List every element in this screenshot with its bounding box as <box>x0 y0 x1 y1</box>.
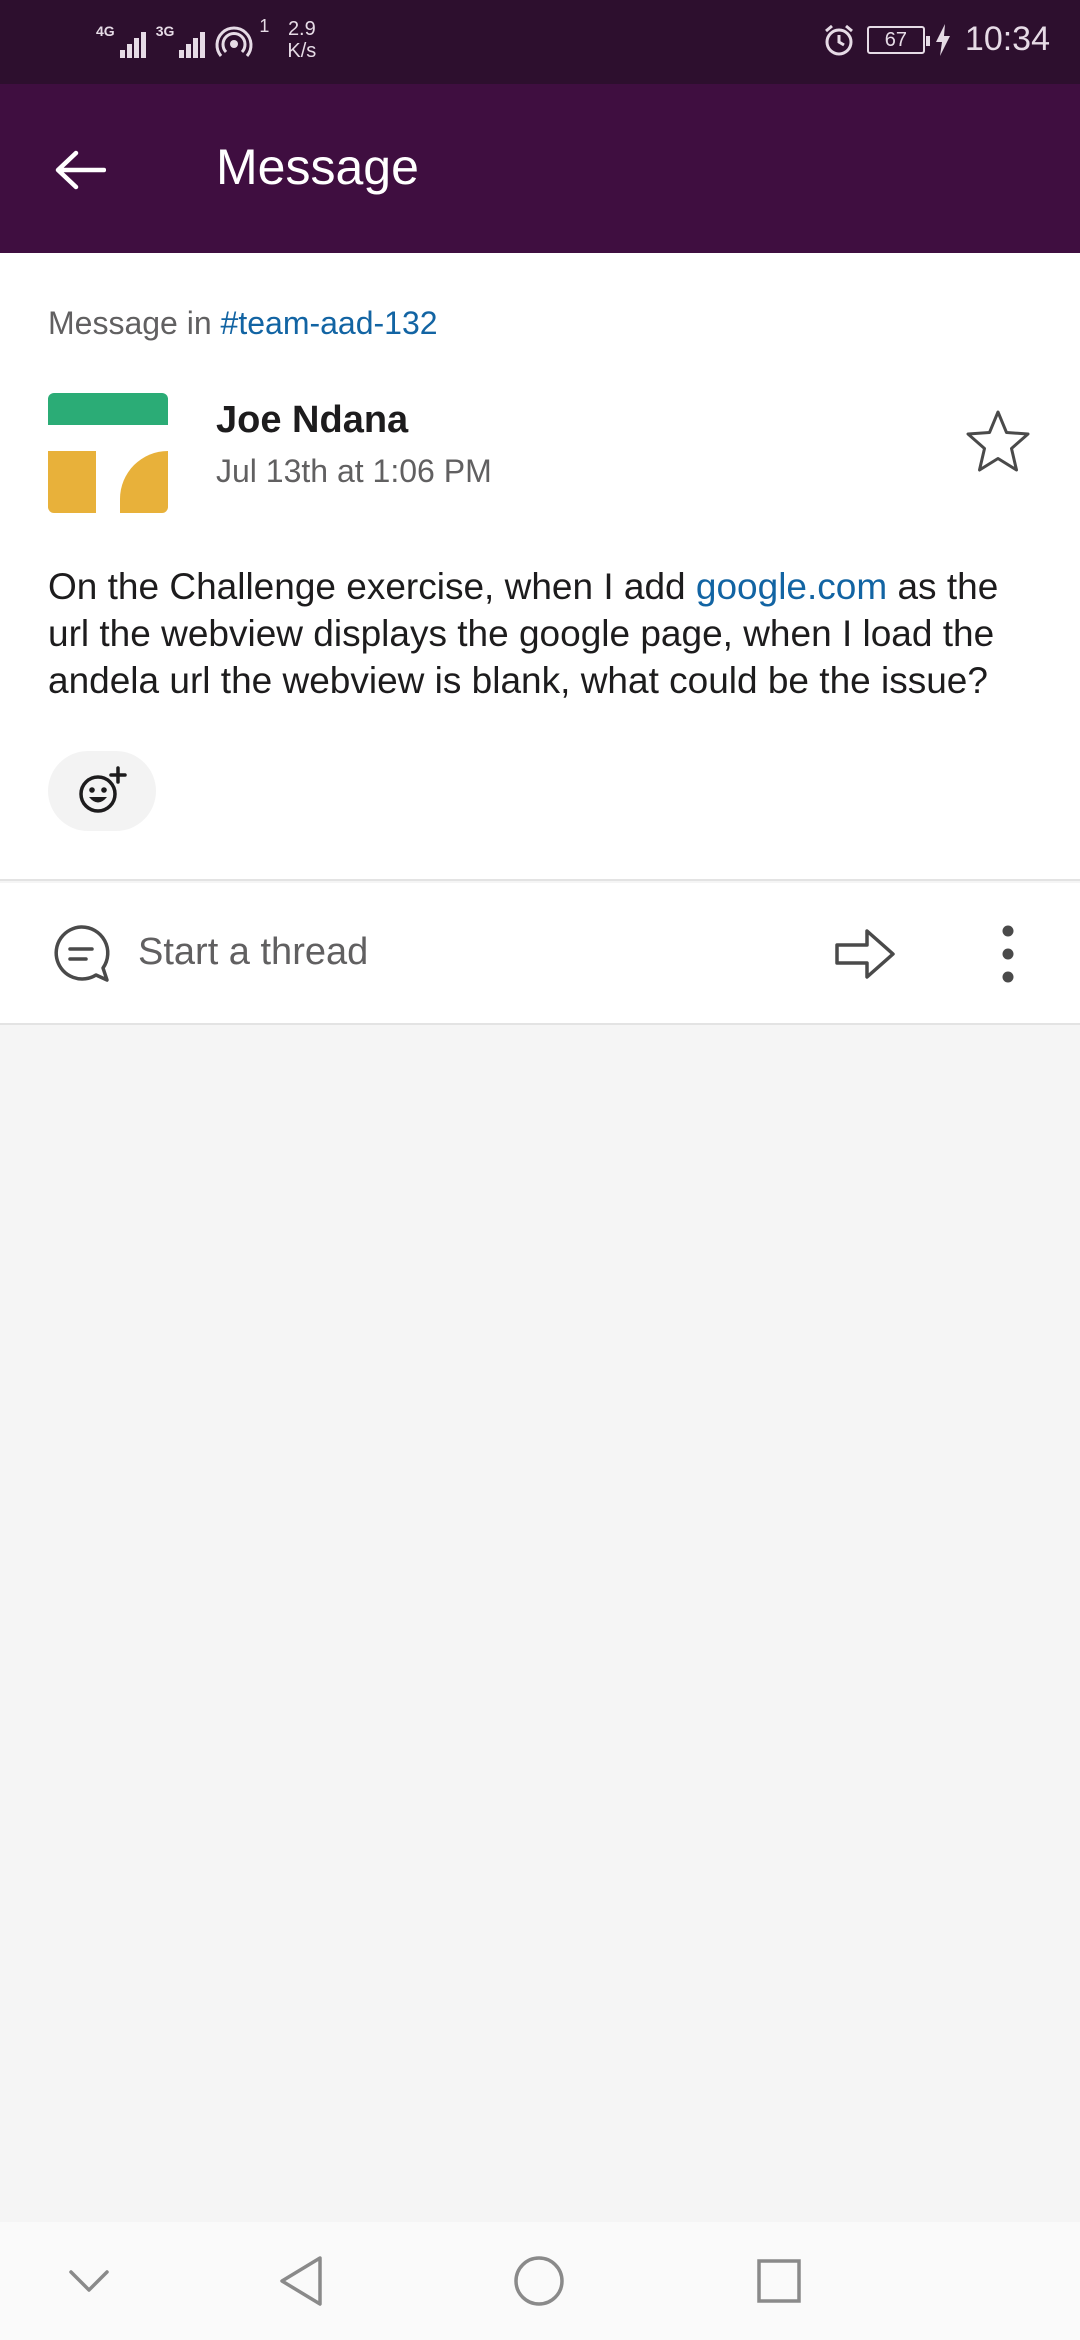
channel-context: Message in #team-aad-132 <box>48 305 438 342</box>
network-speed: 2.9 K/s <box>287 18 316 62</box>
battery-indicator: 67 <box>866 25 930 54</box>
add-reaction-button[interactable] <box>48 751 156 831</box>
speed-unit: K/s <box>287 40 317 62</box>
message-link[interactable]: google.com <box>696 566 887 607</box>
more-vertical-icon <box>1002 925 1014 983</box>
share-arrow-icon <box>835 929 895 979</box>
hide-keyboard-button[interactable] <box>56 2248 122 2314</box>
app-header: Message <box>0 84 1080 253</box>
signal-4g-icon: 4G <box>96 18 146 58</box>
message-timestamp: Jul 13th at 1:06 PM <box>216 453 492 489</box>
hotspot-count: 1 <box>259 16 270 36</box>
network-type-1: 4G <box>96 23 115 39</box>
add-reaction-icon <box>79 766 127 813</box>
speed-value: 2.9 <box>287 18 316 40</box>
status-bar: 4G 3G 1 2.9 K/s 67 10:34 <box>0 0 1080 84</box>
alarm-icon <box>824 24 853 55</box>
avatar[interactable] <box>48 393 168 513</box>
page-title: Message <box>216 139 419 195</box>
back-button[interactable] <box>44 134 116 206</box>
message-body: On the Challenge exercise, when I add go… <box>48 563 1048 704</box>
author-name[interactable]: Joe Ndana <box>216 399 408 442</box>
speech-bubble-icon[interactable] <box>50 923 112 985</box>
thread-bar: Start a thread <box>0 883 1080 1025</box>
nav-home-button[interactable] <box>506 2248 572 2314</box>
channel-link[interactable]: #team-aad-132 <box>221 305 438 341</box>
nav-recents-button[interactable] <box>746 2248 812 2314</box>
nav-back-button[interactable] <box>268 2248 334 2314</box>
home-circle-icon <box>514 2256 564 2306</box>
message-card: Message in #team-aad-132 Joe Ndana Jul 1… <box>0 253 1080 881</box>
signal-3g-icon: 3G <box>156 18 206 58</box>
clock: 10:34 <box>964 20 1050 58</box>
start-thread-button[interactable]: Start a thread <box>138 931 368 974</box>
charging-bolt-icon <box>935 23 950 56</box>
network-type-2: 3G <box>155 23 175 39</box>
chevron-down-icon <box>69 2270 109 2292</box>
back-triangle-icon <box>280 2256 322 2306</box>
recents-square-icon <box>757 2259 801 2303</box>
star-button[interactable] <box>962 405 1034 477</box>
hotspot-icon <box>215 26 253 57</box>
more-options-button[interactable] <box>980 919 1036 989</box>
arrow-left-icon <box>55 150 106 190</box>
star-outline-icon <box>966 410 1030 472</box>
system-nav-bar <box>0 2222 1080 2340</box>
share-button[interactable] <box>830 919 900 989</box>
channel-prefix: Message in <box>48 305 221 341</box>
message-text-1: On the Challenge exercise, when I add <box>48 566 696 607</box>
